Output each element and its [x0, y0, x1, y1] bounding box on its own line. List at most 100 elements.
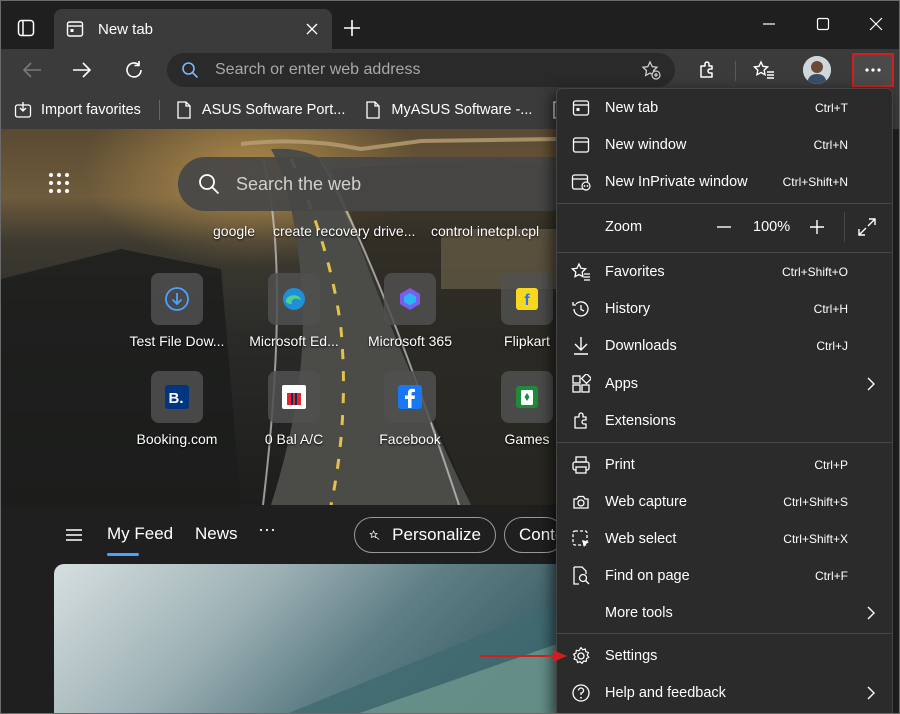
- menu-item-downloads[interactable]: Downloads Ctrl+J: [557, 327, 892, 364]
- menu-item-favorites[interactable]: Favorites Ctrl+Shift+O: [557, 253, 892, 290]
- favorites-divider: [158, 100, 160, 120]
- kotak-logo-icon: [268, 371, 320, 423]
- edge-logo-icon: [268, 273, 320, 325]
- menu-item-label: New tab: [605, 99, 659, 116]
- menu-item-web-select[interactable]: Web select Ctrl+Shift+X: [557, 520, 892, 557]
- menu-item-apps[interactable]: Apps: [557, 365, 892, 402]
- favorite-myasus[interactable]: MyASUS Software -...: [363, 100, 532, 120]
- tab-my-feed[interactable]: My Feed: [107, 524, 173, 544]
- menu-item-label: Find on page: [605, 567, 690, 584]
- maximize-button[interactable]: [800, 9, 846, 39]
- menu-item-label: Favorites: [605, 263, 665, 280]
- browser-tab[interactable]: New tab: [54, 9, 332, 49]
- profile-avatar[interactable]: [803, 56, 831, 84]
- menu-item-extensions[interactable]: Extensions: [557, 402, 892, 439]
- menu-item-label: Apps: [605, 375, 639, 392]
- close-tab-icon[interactable]: [302, 19, 322, 39]
- quick-link-tile[interactable]: Facebook: [355, 371, 465, 447]
- menu-item-find-on-page[interactable]: Find on page Ctrl+F: [557, 557, 892, 594]
- web-search-placeholder: Search the web: [236, 173, 362, 194]
- menu-item-shortcut: Ctrl+Shift+S: [783, 494, 848, 509]
- settings-and-more-button[interactable]: [852, 53, 894, 87]
- zoom-divider: [844, 212, 845, 242]
- settings-icon: [570, 645, 592, 667]
- menu-item-zoom: Zoom 100%: [557, 208, 892, 246]
- chevron-right-icon: [867, 377, 875, 390]
- quick-link-tile[interactable]: Test File Dow...: [122, 273, 232, 349]
- apps-grid-icon[interactable]: [47, 171, 71, 195]
- refresh-button[interactable]: [117, 55, 151, 85]
- new-tab-favicon: [64, 18, 86, 40]
- menu-item-shortcut: Ctrl+J: [816, 338, 848, 353]
- menu-item-help-and-feedback[interactable]: Help and feedback: [557, 674, 892, 711]
- close-window-button[interactable]: [853, 9, 899, 39]
- menu-item-shortcut: Ctrl+Shift+X: [783, 531, 848, 546]
- search-suggestion[interactable]: control inetcpl.cpl: [431, 223, 539, 239]
- favorite-asus-portal[interactable]: ASUS Software Port...: [174, 100, 345, 120]
- web-search-box[interactable]: Search the web: [178, 157, 557, 211]
- quick-link-tile[interactable]: 0 Bal A/C: [239, 371, 349, 447]
- menu-divider: [557, 633, 892, 634]
- menu-item-web-capture[interactable]: Web capture Ctrl+Shift+S: [557, 483, 892, 520]
- menu-item-more-tools[interactable]: More tools: [557, 594, 892, 631]
- menu-item-label: New window: [605, 136, 687, 153]
- cards-icon: [501, 371, 553, 423]
- tab-actions-button[interactable]: [9, 11, 43, 45]
- quick-link-label: Facebook: [379, 431, 441, 447]
- minimize-button[interactable]: [746, 9, 792, 39]
- content-button[interactable]: Conte: [504, 517, 564, 553]
- favorite-import[interactable]: Import favorites: [13, 100, 141, 120]
- address-bar[interactable]: Search or enter web address: [167, 53, 675, 87]
- menu-item-shortcut: Ctrl+Shift+O: [781, 264, 848, 279]
- favorites-button[interactable]: [748, 55, 780, 85]
- personalize-button[interactable]: Personalize: [354, 517, 496, 553]
- maximize-icon: [816, 17, 830, 31]
- forward-button[interactable]: [65, 55, 99, 85]
- zoom-in-button[interactable]: [806, 216, 828, 238]
- favorites-icon: [570, 261, 592, 283]
- browser-window: New tab Search or enter web address Impo…: [0, 0, 900, 714]
- add-favorite-icon[interactable]: [641, 60, 661, 80]
- new-tab-button[interactable]: [339, 15, 365, 41]
- quick-link-tile[interactable]: Games: [472, 371, 557, 447]
- favorite-label: MyASUS Software -...: [391, 102, 533, 118]
- quick-link-tile[interactable]: B. Booking.com: [122, 371, 232, 447]
- favorites-star-icon: [753, 60, 774, 79]
- zoom-label: Zoom: [605, 219, 643, 235]
- feed-more-button[interactable]: ···: [258, 519, 276, 540]
- menu-item-label: New InPrivate window: [605, 173, 748, 190]
- menu-item-new-inprivate-window[interactable]: New InPrivate window Ctrl+Shift+N: [557, 163, 892, 200]
- search-suggestion[interactable]: google: [213, 223, 255, 239]
- feed-card-image[interactable]: [54, 564, 557, 713]
- quick-link-label: 0 Bal A/C: [264, 431, 324, 447]
- personalize-label: Personalize: [392, 525, 481, 544]
- menu-item-history[interactable]: History Ctrl+H: [557, 290, 892, 327]
- search-suggestion[interactable]: create recovery drive...: [273, 223, 415, 239]
- quick-link-label: Flipkart: [504, 333, 550, 349]
- settings-and-more-menu: New tab Ctrl+T New window Ctrl+N New InP…: [556, 88, 893, 713]
- fullscreen-button[interactable]: [856, 216, 878, 238]
- menu-item-settings[interactable]: Settings: [557, 637, 892, 674]
- back-button[interactable]: [15, 55, 49, 85]
- hamburger-menu-icon[interactable]: [63, 525, 85, 545]
- quick-link-tile[interactable]: Microsoft Ed...: [239, 273, 349, 349]
- import-favorites-icon: [13, 100, 33, 120]
- menu-item-label: More tools: [605, 604, 673, 621]
- menu-item-new-tab[interactable]: New tab Ctrl+T: [557, 89, 892, 126]
- apps-icon: [570, 373, 592, 395]
- tab-news[interactable]: News: [195, 524, 238, 544]
- quick-link-tile[interactable]: f Flipkart: [472, 273, 557, 349]
- favorite-label: ASUS Software Port...: [201, 102, 346, 118]
- quick-link-tile[interactable]: Microsoft 365: [355, 273, 465, 349]
- extensions-button[interactable]: [691, 55, 723, 85]
- close-icon: [869, 17, 883, 31]
- booking-logo-icon: B.: [151, 371, 203, 423]
- active-tab-indicator: [107, 553, 139, 556]
- chevron-right-icon: [867, 606, 875, 619]
- favorite-label: Import favorites: [41, 102, 141, 118]
- menu-item-new-window[interactable]: New window Ctrl+N: [557, 126, 892, 163]
- zoom-out-button[interactable]: [713, 216, 735, 238]
- title-bar: New tab: [1, 1, 899, 49]
- menu-item-print[interactable]: Print Ctrl+P: [557, 446, 892, 483]
- forward-arrow-icon: [73, 62, 92, 78]
